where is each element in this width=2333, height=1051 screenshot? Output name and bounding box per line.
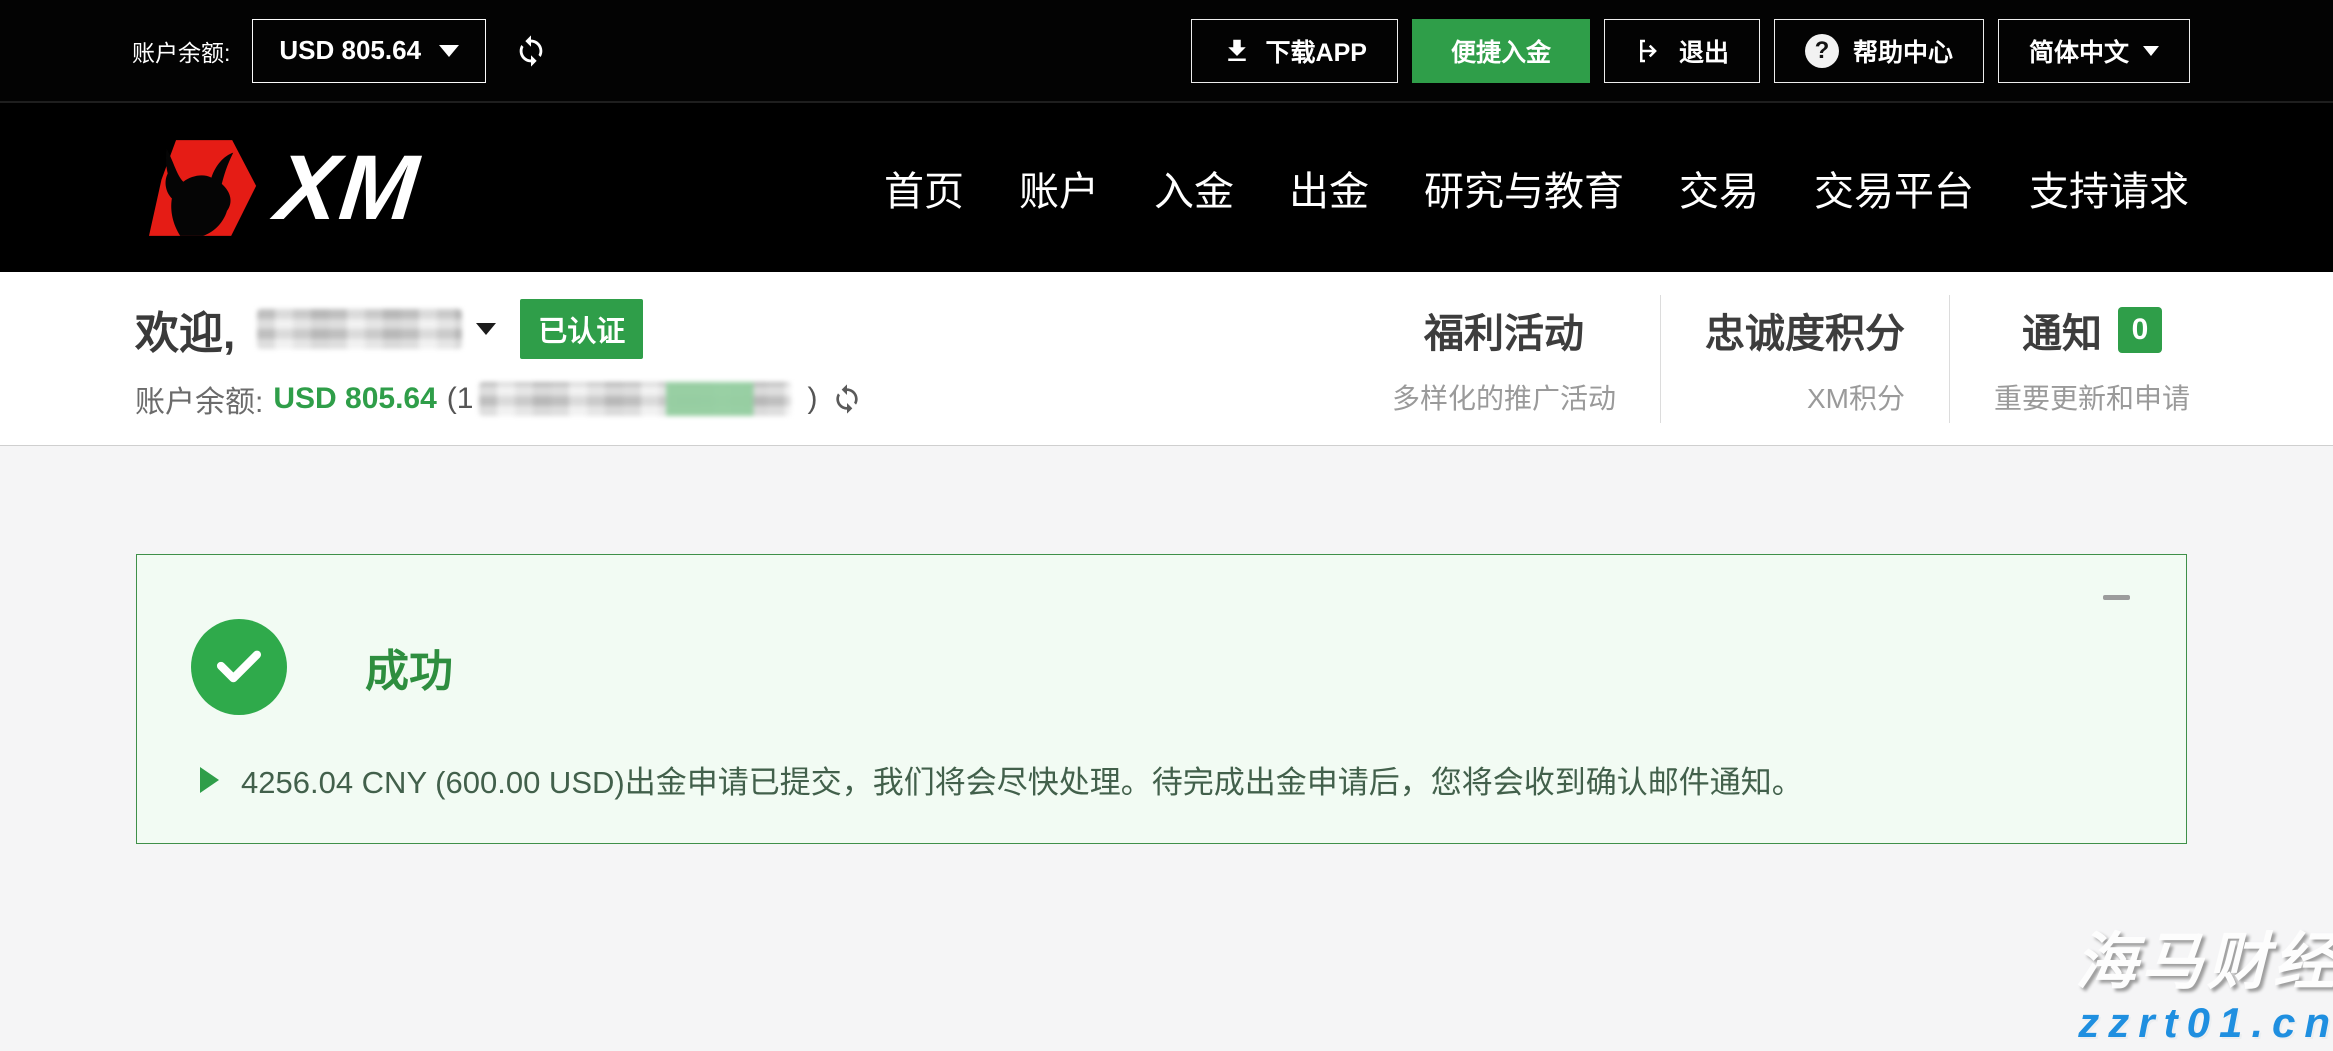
top-utility-bar: 账户余额: USD 805.64 下载APP 便捷入金 退出 ? 帮助中心 [0,0,2333,103]
nav-item-trading[interactable]: 交易 [1679,159,1759,217]
chevron-down-icon [439,45,459,57]
alert-message: 4256.04 CNY (600.00 USD)出金申请已提交，我们将会尽快处理… [241,757,1803,802]
balance-group: 账户余额: USD 805.64 [132,19,548,83]
download-icon [1222,36,1252,66]
verified-status-badge: 已认证 [520,299,643,359]
quick-deposit-button[interactable]: 便捷入金 [1412,19,1590,83]
language-label: 简体中文 [2029,33,2129,69]
topbar-actions: 下载APP 便捷入金 退出 ? 帮助中心 简体中文 [1191,19,2190,83]
site-watermark: 海马财经 zzrt01.cn [2075,911,2333,1047]
promotions-title: 福利活动 [1392,301,1616,359]
logout-icon [1635,36,1665,66]
refresh-balance-icon[interactable] [831,383,863,415]
welcome-info: 欢迎, 已认证 账户余额: USD 805.64 (1 ) [135,297,863,421]
success-alert: 成功 4256.04 CNY (600.00 USD)出金申请已提交，我们将会尽… [136,554,2187,844]
watermark-title: 海马财经 [2075,911,2333,1001]
notifications-count-badge: 0 [2118,307,2162,353]
xm-logo[interactable]: XM [135,136,419,240]
alert-title: 成功 [365,635,453,699]
user-menu-chevron-icon[interactable] [476,323,496,335]
balance-label: 账户余额: [132,34,230,68]
chevron-down-icon [2143,46,2159,56]
username-redacted [257,309,462,349]
quick-deposit-label: 便捷入金 [1451,33,1551,69]
welcome-strip: 欢迎, 已认证 账户余额: USD 805.64 (1 ) 福利活动 多样化的推… [0,272,2333,446]
loyalty-subtitle: XM积分 [1705,377,1905,417]
success-check-icon [191,619,287,715]
language-dropdown[interactable]: 简体中文 [1998,19,2190,83]
account-number-close: ) [807,382,817,416]
download-app-button[interactable]: 下载APP [1191,19,1398,83]
nav-item-platforms[interactable]: 交易平台 [1814,159,1974,217]
triangle-bullet-icon [200,767,219,793]
refresh-icon[interactable] [514,34,548,68]
account-balance-dropdown[interactable]: USD 805.64 [252,19,486,83]
nav-item-research-education[interactable]: 研究与教育 [1424,159,1624,217]
collapse-minus-icon[interactable] [2103,595,2130,600]
xm-logo-text: XM [272,142,424,234]
help-icon: ? [1805,34,1839,68]
page-content: 成功 4256.04 CNY (600.00 USD)出金申请已提交，我们将会尽… [0,446,2333,1051]
help-center-button[interactable]: ? 帮助中心 [1774,19,1984,83]
nav-item-support[interactable]: 支持请求 [2029,159,2189,217]
nav-item-account[interactable]: 账户 [1019,159,1099,217]
xm-bull-icon [135,136,267,240]
promotions-subtitle: 多样化的推广活动 [1392,377,1616,417]
logout-button[interactable]: 退出 [1604,19,1760,83]
loyalty-points-link[interactable]: 忠诚度积分 XM积分 [1660,295,1949,423]
account-balance-value: USD 805.64 [273,382,436,416]
notifications-link[interactable]: 通知 0 重要更新和申请 [1949,295,2190,423]
help-center-label: 帮助中心 [1853,33,1953,69]
balance-value: USD 805.64 [279,35,421,66]
logout-label: 退出 [1679,33,1729,69]
notifications-subtitle: 重要更新和申请 [1994,377,2190,417]
main-nav-menu: 首页 账户 入金 出金 研究与教育 交易 交易平台 支持请求 [884,159,2189,217]
nav-item-deposit[interactable]: 入金 [1154,159,1234,217]
account-number-redacted [479,382,791,416]
loyalty-title: 忠诚度积分 [1705,301,1905,359]
account-number-open: (1 [447,382,474,416]
main-navbar: XM 首页 账户 入金 出金 研究与教育 交易 交易平台 支持请求 [0,103,2333,272]
nav-item-withdrawal[interactable]: 出金 [1289,159,1369,217]
download-app-label: 下载APP [1266,33,1367,69]
nav-item-home[interactable]: 首页 [884,159,964,217]
greeting-text: 欢迎, [135,297,235,361]
promotions-link[interactable]: 福利活动 多样化的推广活动 [1348,295,1660,423]
account-balance-label: 账户余额: [135,377,263,421]
notifications-title: 通知 [2022,301,2102,359]
welcome-quick-links: 福利活动 多样化的推广活动 忠诚度积分 XM积分 通知 0 重要更新和申请 [1348,295,2190,423]
watermark-url: zzrt01.cn [2075,999,2333,1047]
